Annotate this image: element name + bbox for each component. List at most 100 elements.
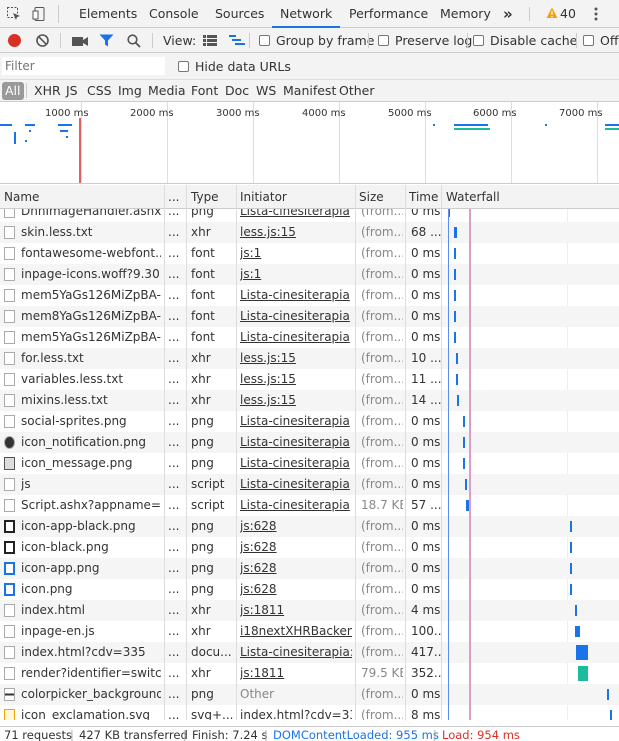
device-toolbar-icon[interactable]: [32, 6, 48, 22]
filter-icon[interactable]: [99, 34, 114, 47]
column-header-type[interactable]: Type: [191, 185, 219, 209]
offline-checkbox[interactable]: Off: [583, 28, 618, 53]
column-separator[interactable]: [355, 185, 356, 720]
type-filter-css[interactable]: CSS: [84, 82, 115, 100]
request-row[interactable]: icon_exclamation.svg... svg+... index.html…: [0, 705, 619, 720]
waterfall-bar[interactable]: [607, 689, 609, 700]
request-row[interactable]: js... script Lista-cinesiterapia (from... 0 …: [0, 474, 619, 495]
request-initiator[interactable]: js:1: [240, 264, 352, 285]
request-initiator[interactable]: js:1811: [240, 600, 352, 621]
waterfall-bar[interactable]: [570, 542, 572, 553]
request-row[interactable]: variables.less.txt... xhr less.js:15 (from.…: [0, 369, 619, 390]
waterfall-bar[interactable]: [454, 248, 456, 259]
request-row[interactable]: skin.less.txt... xhr less.js:15 (from... 68 …: [0, 222, 619, 243]
tab-memory[interactable]: Memory: [440, 0, 491, 28]
waterfall-bar[interactable]: [570, 563, 572, 574]
waterfall-bar[interactable]: [454, 269, 456, 280]
menu-kebab-icon[interactable]: [593, 7, 599, 21]
waterfall-bar[interactable]: [570, 584, 572, 595]
request-row[interactable]: icon-app-black.png... png js:628 (from... 0 …: [0, 516, 619, 537]
record-icon[interactable]: [8, 34, 21, 47]
request-initiator[interactable]: js:628: [240, 558, 352, 579]
request-initiator[interactable]: less.js:15: [240, 222, 352, 243]
disable-cache-checkbox[interactable]: Disable cache: [473, 28, 577, 53]
type-filter-doc[interactable]: Doc: [222, 82, 252, 100]
request-row[interactable]: inpage-en.js... xhr i18nextXHRBacken... (fr…: [0, 621, 619, 642]
request-initiator[interactable]: Lista-cinesiterapia: [240, 495, 352, 516]
tab-elements[interactable]: Elements: [79, 0, 137, 28]
request-row[interactable]: icon.png... png js:628 (from... 0 ms: [0, 579, 619, 600]
checkbox-box[interactable]: [178, 61, 189, 72]
preserve-log-checkbox[interactable]: Preserve log: [378, 28, 472, 53]
clear-icon[interactable]: [36, 34, 49, 47]
column-separator[interactable]: [405, 185, 406, 720]
request-row[interactable]: mem5YaGs126MiZpBA-...... font Lista-cinesi…: [0, 285, 619, 306]
request-initiator[interactable]: js:1811: [240, 663, 352, 684]
network-overview-timeline[interactable]: 1000 ms 2000 ms 3000 ms 4000 ms 5000 ms …: [0, 102, 619, 184]
waterfall-bar[interactable]: [570, 521, 572, 532]
waterfall-bar[interactable]: [610, 710, 612, 720]
warning-icon[interactable]: [546, 7, 558, 19]
request-row[interactable]: DnnImageHandler.ashx?...... png Lista-cine…: [0, 209, 619, 222]
request-row[interactable]: render?identifier=switch...... xhr js:1811…: [0, 663, 619, 684]
checkbox-box[interactable]: [473, 35, 484, 46]
checkbox-box[interactable]: [583, 35, 594, 46]
tab-network[interactable]: Network: [272, 0, 341, 28]
tab-console[interactable]: Console: [149, 0, 199, 28]
more-tabs-button[interactable]: »: [503, 0, 513, 28]
request-row[interactable]: mixins.less.txt... xhr less.js:15 (from... 1…: [0, 390, 619, 411]
request-row[interactable]: mem8YaGs126MiZpBA-...... font Lista-cinesi…: [0, 306, 619, 327]
type-filter-font[interactable]: Font: [188, 82, 221, 100]
type-filter-all[interactable]: All: [2, 82, 24, 100]
request-row[interactable]: social-sprites.png... png Lista-cinesitera…: [0, 411, 619, 432]
checkbox-box[interactable]: [378, 35, 389, 46]
waterfall-bar[interactable]: [575, 605, 577, 616]
request-initiator[interactable]: Lista-cinesiterapia: [240, 474, 352, 495]
request-row[interactable]: fontawesome-webfont....... font js:1 (from.…: [0, 243, 619, 264]
request-row[interactable]: for.less.txt... xhr less.js:15 (from... 10 .…: [0, 348, 619, 369]
request-initiator[interactable]: less.js:15: [240, 369, 352, 390]
waterfall-bar[interactable]: [575, 626, 580, 637]
waterfall-bar[interactable]: [463, 458, 465, 469]
waterfall-bar[interactable]: [456, 353, 458, 364]
request-initiator[interactable]: less.js:15: [240, 390, 352, 411]
large-request-rows-icon[interactable]: [203, 35, 217, 46]
type-filter-xhr[interactable]: XHR: [31, 82, 64, 100]
column-header-initiator[interactable]: Initiator: [240, 185, 287, 209]
waterfall-bar[interactable]: [465, 479, 467, 490]
waterfall-overview-icon[interactable]: [229, 34, 245, 47]
hide-data-urls-checkbox[interactable]: Hide data URLs: [178, 54, 291, 79]
request-row[interactable]: colorpicker_background...... png Other (fro…: [0, 684, 619, 705]
group-by-frame-checkbox[interactable]: Group by frame: [259, 28, 374, 53]
waterfall-bar[interactable]: [578, 666, 588, 681]
waterfall-bar[interactable]: [456, 374, 458, 385]
column-separator[interactable]: [441, 185, 442, 720]
request-initiator[interactable]: Lista-cinesiterapia: [240, 209, 352, 222]
request-row[interactable]: index.html?cdv=335... docu... Lista-cinesi…: [0, 642, 619, 663]
request-row[interactable]: icon-black.png... png js:628 (from... 0 ms: [0, 537, 619, 558]
request-row[interactable]: icon_notification.png... png Lista-cinesit…: [0, 432, 619, 453]
request-initiator[interactable]: less.js:15: [240, 348, 352, 369]
request-initiator[interactable]: Lista-cinesiterapia: [240, 411, 352, 432]
screenshot-capture-icon[interactable]: [72, 35, 88, 47]
type-filter-other[interactable]: Other: [336, 82, 378, 100]
search-icon[interactable]: [127, 34, 141, 48]
column-separator[interactable]: [164, 185, 165, 720]
type-filter-ws[interactable]: WS: [253, 82, 279, 100]
waterfall-bar[interactable]: [454, 332, 456, 343]
request-row[interactable]: icon-app.png... png js:628 (from... 0 ms: [0, 558, 619, 579]
waterfall-bar[interactable]: [463, 416, 465, 427]
request-row[interactable]: icon_message.png... png Lista-cinesiterapi…: [0, 453, 619, 474]
column-header-time[interactable]: Time: [409, 185, 438, 209]
waterfall-bar[interactable]: [454, 311, 456, 322]
request-initiator[interactable]: Lista-cinesiterapia:...: [240, 642, 352, 663]
column-header-size[interactable]: Size: [359, 185, 384, 209]
request-row[interactable]: mem5YaGs126MiZpBA-...... font Lista-cinesi…: [0, 327, 619, 348]
type-filter-img[interactable]: Img: [115, 82, 145, 100]
request-initiator[interactable]: Lista-cinesiterapia: [240, 432, 352, 453]
request-initiator[interactable]: js:1: [240, 243, 352, 264]
request-initiator[interactable]: Lista-cinesiterapia: [240, 327, 352, 348]
type-filter-js[interactable]: JS: [63, 82, 81, 100]
type-filter-manifest[interactable]: Manifest: [280, 82, 339, 100]
waterfall-bar[interactable]: [457, 395, 459, 406]
